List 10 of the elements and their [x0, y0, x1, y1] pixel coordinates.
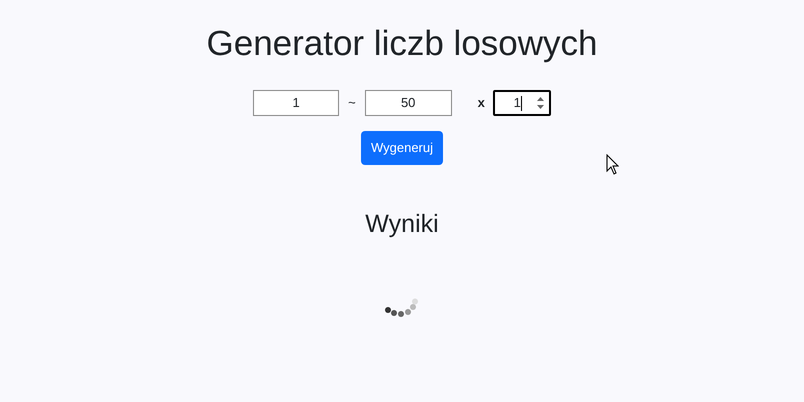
times-label: x	[478, 94, 485, 112]
spinner-arrows-icon[interactable]	[536, 95, 545, 111]
count-input[interactable]: 1	[492, 90, 551, 116]
results-heading: Wyniki	[365, 209, 439, 240]
generate-button[interactable]: Wygeneruj	[360, 131, 444, 165]
min-input[interactable]: 1	[253, 90, 340, 116]
mouse-cursor-icon	[606, 154, 619, 175]
range-separator: ~	[348, 94, 356, 112]
max-input[interactable]: 50	[364, 90, 452, 116]
page-title: Generator liczb losowych	[206, 23, 598, 65]
